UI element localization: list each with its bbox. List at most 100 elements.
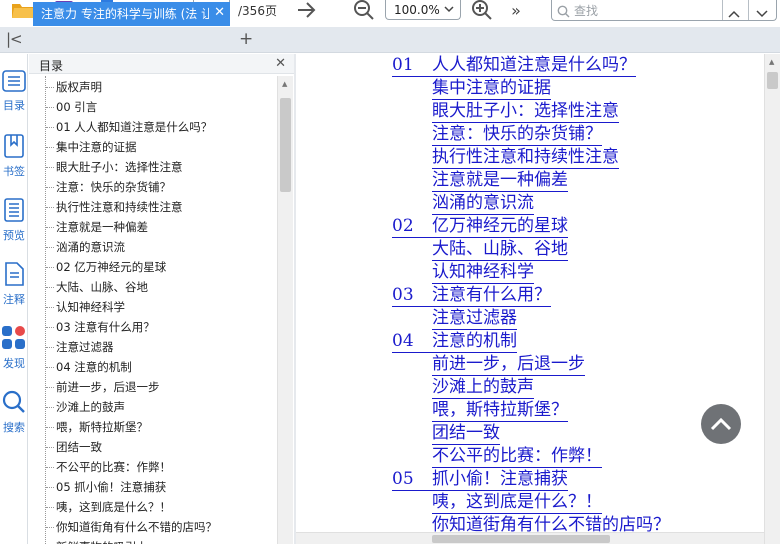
- chevron-down-icon[interactable]: [756, 4, 768, 23]
- link-text: 咦，这到底是什么？！: [432, 492, 602, 512]
- toc-link[interactable]: 团结一致: [432, 422, 500, 445]
- link-text: 汹涌的意识流: [432, 193, 534, 213]
- toc-link[interactable]: 沙滩上的鼓声: [432, 376, 534, 399]
- link-text: 注意有什么用？: [432, 285, 551, 305]
- plus-icon[interactable]: +: [239, 29, 253, 49]
- toc-link[interactable]: 喂，斯特拉斯堡？: [432, 399, 568, 422]
- toc-item[interactable]: 集中注意的证据: [56, 137, 137, 157]
- toc-link[interactable]: 04 注意的机制: [392, 330, 517, 353]
- toc-item[interactable]: 注意就是一种偏差: [56, 217, 148, 237]
- document-scrollbar-thumb[interactable]: [767, 72, 778, 89]
- more-tools-button[interactable]: »: [506, 0, 526, 20]
- toc-item[interactable]: 02 亿万神经元的星球: [56, 257, 166, 277]
- zoom-in-icon[interactable]: [470, 0, 494, 20]
- page-total: /356页: [238, 4, 277, 18]
- toc-item[interactable]: 执行性注意和持续性注意: [56, 197, 183, 217]
- document-scrollbar[interactable]: ▲: [764, 54, 780, 544]
- rail-toc[interactable]: 目录: [0, 70, 28, 113]
- chapter-number: 01: [392, 55, 414, 75]
- toc-link[interactable]: 汹涌的意识流: [432, 192, 534, 215]
- link-text: 亿万神经元的星球: [432, 216, 568, 236]
- toc-item[interactable]: 04 注意的机制: [56, 357, 132, 377]
- rail-discover[interactable]: 发现: [0, 326, 28, 371]
- link-text: 眼大肚子小：选择性注意: [432, 101, 619, 121]
- toc-link[interactable]: 咦，这到底是什么？！: [432, 491, 602, 514]
- toc-item[interactable]: 注意：快乐的杂货铺？: [56, 177, 171, 197]
- toc-link[interactable]: 03 注意有什么用？: [392, 284, 551, 307]
- rail-preview[interactable]: 预览: [0, 198, 28, 243]
- close-icon[interactable]: ✕: [214, 5, 225, 20]
- horizontal-scrollbar[interactable]: [296, 532, 764, 544]
- toc-link[interactable]: 05 抓小偷！注意捕获: [392, 468, 568, 491]
- toc-link[interactable]: 02 亿万神经元的星球: [392, 215, 568, 238]
- toc-item[interactable]: 新鲜事物的吸引力: [56, 537, 148, 544]
- link-text: 注意：快乐的杂货铺？: [432, 124, 602, 144]
- toc-item[interactable]: 眼大肚子小：选择性注意: [56, 157, 183, 177]
- search-input[interactable]: 查找: [574, 2, 598, 19]
- toc-item[interactable]: 喂，斯特拉斯堡？: [56, 417, 148, 437]
- link-text: 沙滩上的鼓声: [432, 377, 534, 397]
- toc-title: 目录: [39, 59, 64, 73]
- rail-search[interactable]: 搜索: [0, 390, 28, 435]
- zoom-select[interactable]: 100.0%: [385, 0, 461, 20]
- tab-document[interactable]: 注意力 专注的科学与训练 (法 让 ✕: [33, 2, 230, 26]
- toc-panel: 目录 ✕ 版权声明 00 引言 01 人人都知道注意是什么吗？ 集中注意的证据 眼大肚子…: [29, 54, 294, 544]
- toc-item[interactable]: 前进一步，后退一步: [56, 377, 160, 397]
- link-text: 团结一致: [432, 423, 500, 443]
- preview-icon: [0, 198, 28, 225]
- toc-link[interactable]: 眼大肚子小：选择性注意: [432, 100, 619, 123]
- toc-item[interactable]: 注意过滤器: [56, 337, 114, 357]
- toc-list: 版权声明 00 引言 01 人人都知道注意是什么吗？ 集中注意的证据 眼大肚子小：选择性…: [29, 76, 277, 544]
- toc-item[interactable]: 你知道街角有什么不错的店吗？: [56, 517, 217, 537]
- toc-item[interactable]: 认知神经科学: [56, 297, 125, 317]
- link-text: 喂，斯特拉斯堡？: [432, 400, 568, 420]
- forward-arrow-icon[interactable]: [294, 0, 318, 20]
- toc-scrollbar[interactable]: ▲: [277, 76, 293, 544]
- link-text: 大陆、山脉、谷地: [432, 239, 568, 259]
- discover-icon: [0, 326, 28, 353]
- toc-link[interactable]: 执行性注意和持续性注意: [432, 146, 619, 169]
- toc-link[interactable]: 不公平的比赛：作弊！: [432, 445, 602, 468]
- toc-item[interactable]: 团结一致: [56, 437, 102, 457]
- toc-item[interactable]: 01 人人都知道注意是什么吗？: [56, 117, 212, 137]
- search-box[interactable]: 查找: [551, 0, 777, 21]
- toc-item[interactable]: 不公平的比赛：作弊！: [56, 457, 171, 477]
- rail-annotation[interactable]: 注释: [0, 262, 28, 307]
- collapse-panel-icon[interactable]: |<: [6, 30, 23, 48]
- rail-bookmark[interactable]: 书签: [0, 134, 28, 179]
- chevron-up-icon[interactable]: ▲: [282, 80, 287, 88]
- link-text: 集中注意的证据: [432, 78, 551, 98]
- toc-link[interactable]: 集中注意的证据: [432, 77, 551, 100]
- link-text: 前进一步，后退一步: [432, 354, 585, 374]
- toc-link[interactable]: 注意就是一种偏差: [432, 169, 568, 192]
- toc-link[interactable]: 大陆、山脉、谷地: [432, 238, 568, 261]
- link-text: 注意就是一种偏差: [432, 170, 568, 190]
- link-text: 执行性注意和持续性注意: [432, 147, 619, 167]
- zoom-out-icon[interactable]: [352, 0, 376, 20]
- toc-link[interactable]: 注意：快乐的杂货铺？: [432, 123, 602, 146]
- toc-item[interactable]: 汹涌的意识流: [56, 237, 125, 257]
- document-page: 01 人人都知道注意是什么吗？ 集中注意的证据眼大肚子小：选择性注意 注意：快乐的杂货…: [296, 54, 764, 544]
- toc-link[interactable]: 注意过滤器: [432, 307, 517, 330]
- toc-item[interactable]: 00 引言: [56, 97, 97, 117]
- link-text: 人人都知道注意是什么吗？: [432, 55, 636, 75]
- link-text: 不公平的比赛：作弊！: [432, 446, 602, 466]
- toc-link[interactable]: 认知神经科学: [432, 261, 534, 284]
- chevron-up-icon[interactable]: ▲: [769, 58, 774, 66]
- toc-link[interactable]: 前进一步，后退一步: [432, 353, 585, 376]
- horizontal-scrollbar-thumb[interactable]: [432, 535, 610, 543]
- toc-item[interactable]: 版权声明: [56, 77, 102, 97]
- tab-bar: [0, 27, 780, 53]
- link-text: 注意的机制: [432, 331, 517, 351]
- toc-item[interactable]: 沙滩上的鼓声: [56, 397, 125, 417]
- toc-item[interactable]: 大陆、山脉、谷地: [56, 277, 148, 297]
- link-text: 注意过滤器: [432, 308, 517, 328]
- scroll-to-top-icon[interactable]: [701, 404, 741, 444]
- chevron-up-icon[interactable]: [728, 4, 740, 23]
- close-icon[interactable]: ✕: [275, 56, 286, 71]
- toc-link[interactable]: 01 人人都知道注意是什么吗？: [392, 54, 636, 77]
- toc-item[interactable]: 咦，这到底是什么？！: [56, 497, 171, 517]
- toc-item[interactable]: 03 注意有什么用？: [56, 317, 155, 337]
- toc-item[interactable]: 05 抓小偷！注意捕获: [56, 477, 166, 497]
- toc-scrollbar-thumb[interactable]: [280, 98, 291, 192]
